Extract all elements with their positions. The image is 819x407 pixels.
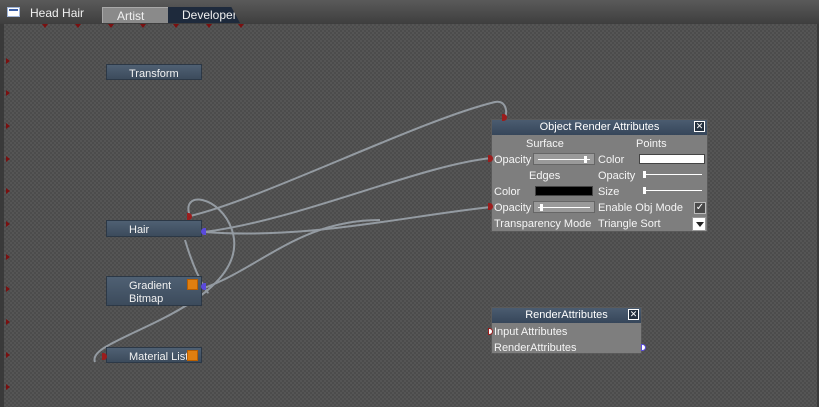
surface-opacity-slider[interactable] xyxy=(533,153,595,165)
panel-title-bar[interactable]: Object Render Attributes xyxy=(492,120,707,135)
input-attributes-label: Input Attributes xyxy=(494,326,568,338)
transparency-mode-value[interactable]: Triangle Sort xyxy=(598,218,661,231)
panel-title: RenderAttributes xyxy=(525,309,608,321)
checkmark-icon: ✓ xyxy=(695,202,705,213)
panel-title: Object Render Attributes xyxy=(539,121,660,133)
gradient-bitmap-node[interactable]: Gradient Bitmap xyxy=(106,276,202,306)
object-render-attributes-panel[interactable]: Object Render Attributes ✕ Surface Point… xyxy=(491,119,708,232)
edges-header: Edges xyxy=(529,170,561,182)
surface-header: Surface xyxy=(526,138,564,150)
node-label: Transform xyxy=(129,68,179,80)
close-icon[interactable]: ✕ xyxy=(694,121,705,132)
material-icon xyxy=(187,279,198,290)
close-icon[interactable]: ✕ xyxy=(628,309,639,320)
wire xyxy=(203,157,493,233)
node-label-line1: Gradient xyxy=(129,280,172,292)
edges-opacity-label: Opacity xyxy=(494,202,532,214)
transform-node[interactable]: Transform xyxy=(106,64,202,80)
material-list-node[interactable]: Material List xyxy=(106,347,202,363)
points-opacity-label: Opacity xyxy=(598,170,636,182)
material-icon xyxy=(187,350,198,361)
points-opacity-slider[interactable] xyxy=(640,169,706,181)
edges-color-swatch[interactable] xyxy=(535,186,593,196)
edges-opacity-slider[interactable] xyxy=(533,201,595,213)
wire xyxy=(189,100,508,217)
transparency-mode-label: Transparency Mode xyxy=(494,218,592,230)
node-label: Material List xyxy=(129,351,189,363)
points-header: Points xyxy=(636,138,667,150)
hair-output-port[interactable] xyxy=(201,228,206,235)
render-attributes-panel[interactable]: RenderAttributes ✕ Input Attributes Rend… xyxy=(491,307,642,354)
wire xyxy=(203,219,381,289)
enable-obj-mode-label: Enable Obj Mode xyxy=(598,202,683,214)
node-label: Hair xyxy=(129,224,150,236)
node-label-line2: Bitmap xyxy=(129,293,164,305)
points-size-slider[interactable] xyxy=(640,185,706,197)
points-color-label: Color xyxy=(598,154,625,166)
chevron-down-icon[interactable] xyxy=(692,217,706,231)
enable-obj-mode-checkbox[interactable]: ✓ xyxy=(694,202,706,214)
gradient-output-port[interactable] xyxy=(201,283,206,290)
hair-node[interactable]: Hair xyxy=(106,220,202,237)
panel-title-bar[interactable]: RenderAttributes xyxy=(492,308,641,323)
render-attributes-output-label: RenderAttributes xyxy=(494,342,577,354)
edges-color-label: Color xyxy=(494,186,521,198)
points-color-swatch[interactable] xyxy=(639,154,705,164)
points-size-label: Size xyxy=(598,186,620,198)
surface-opacity-label: Opacity xyxy=(494,154,532,166)
wire xyxy=(203,206,493,235)
